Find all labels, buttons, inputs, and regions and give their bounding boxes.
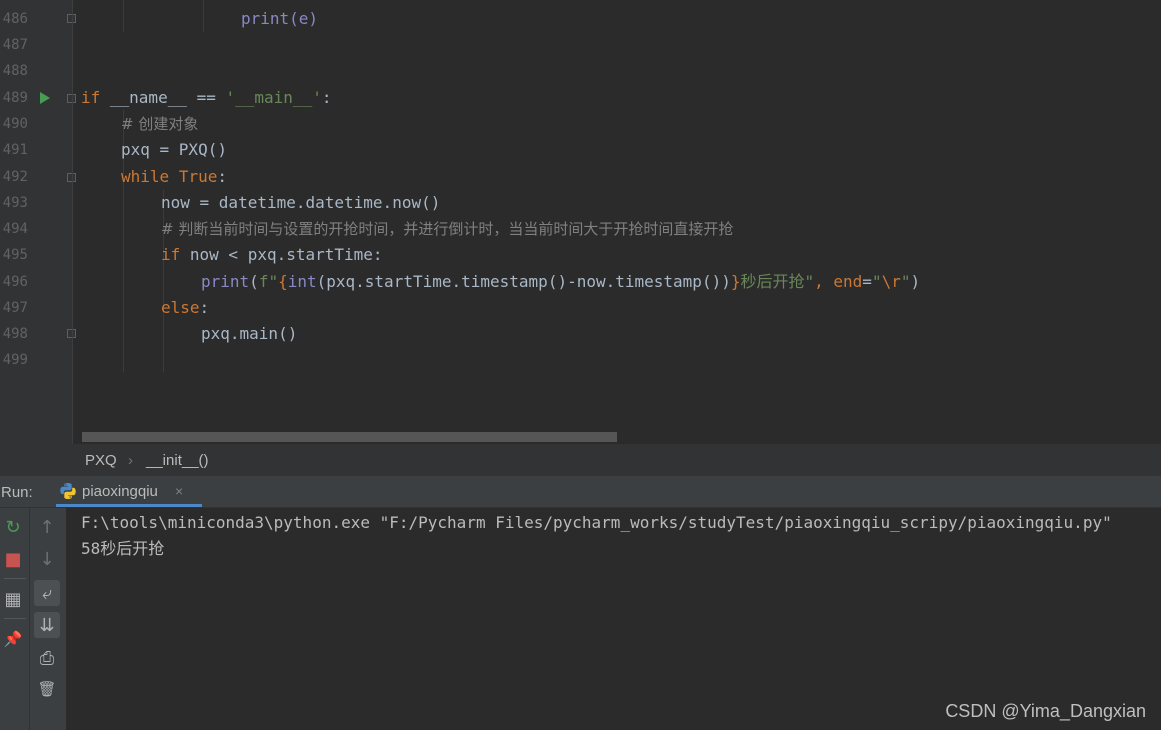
breadcrumb: PXQ › __init__() bbox=[0, 444, 1161, 476]
builtin-int: int bbox=[287, 272, 317, 291]
fstring-prefix: f" bbox=[258, 272, 279, 291]
keyword-true: True bbox=[178, 167, 218, 186]
breadcrumb-class[interactable]: PXQ bbox=[85, 452, 117, 469]
toolbar-divider bbox=[4, 618, 26, 619]
keyword-if: if bbox=[81, 88, 101, 107]
line-number: 497 bbox=[2, 300, 28, 316]
line-number: 496 bbox=[2, 274, 28, 290]
comment: # 判断当前时间与设置的开抢时间，并进行倒计时，当当前时间大于开抢时间直接开抢 bbox=[161, 220, 734, 238]
escape-sequence: \r bbox=[881, 272, 901, 291]
code-text: (pxq.startTime.timestamp()-now.timestamp… bbox=[316, 272, 731, 291]
keyword-while: while bbox=[121, 167, 170, 186]
code-text: ( bbox=[249, 272, 259, 291]
indent-guide bbox=[123, 0, 124, 32]
scroll-to-end-icon[interactable]: ⇊ bbox=[34, 612, 60, 638]
trash-icon[interactable]: 🗑 bbox=[34, 676, 60, 702]
code-line-494[interactable]: # 判断当前时间与设置的开抢时间，并进行倒计时，当当前时间大于开抢时间直接开抢 bbox=[161, 216, 733, 242]
code-text: : bbox=[321, 88, 332, 107]
fstring-brace: { bbox=[278, 272, 288, 291]
code-text: : bbox=[217, 167, 227, 186]
code-line-497[interactable]: else: bbox=[161, 295, 209, 321]
kwarg-end: end bbox=[833, 272, 863, 291]
code-text: now < pxq.startTime: bbox=[180, 245, 383, 264]
line-number: 493 bbox=[2, 195, 28, 211]
console-line-output: 58秒后开抢 bbox=[81, 539, 165, 558]
stop-icon[interactable]: ■ bbox=[0, 546, 26, 572]
close-icon[interactable]: × bbox=[175, 483, 183, 499]
line-number: 490 bbox=[2, 116, 28, 132]
code-line-489[interactable]: if __name__ == '__main__': bbox=[81, 85, 331, 111]
line-number: 495 bbox=[2, 247, 28, 263]
line-number: 498 bbox=[2, 326, 28, 342]
line-number: 494 bbox=[2, 221, 28, 237]
string-literal: '__main__' bbox=[225, 88, 322, 107]
code-line-492[interactable]: while True: bbox=[121, 164, 227, 190]
code-text: __name__ == bbox=[100, 88, 226, 107]
keyword-if: if bbox=[161, 245, 181, 264]
rerun-icon[interactable]: ↻ bbox=[0, 514, 26, 540]
line-number: 491 bbox=[2, 142, 28, 158]
arrow-up-icon[interactable]: ↑ bbox=[34, 514, 60, 540]
soft-wrap-icon[interactable]: ⤶ bbox=[34, 580, 60, 606]
code-editor[interactable]: 486 487 488 489 490 491 492 493 494 495 … bbox=[0, 0, 1161, 444]
builtin-print: print bbox=[201, 272, 250, 291]
keyword-else: else bbox=[161, 298, 200, 317]
line-number-gutter: 486 487 488 489 490 491 492 493 494 495 … bbox=[0, 0, 76, 444]
run-toolbar-left: ↻ ■ ▦ 📌 bbox=[0, 508, 30, 730]
run-gutter-icon[interactable] bbox=[40, 92, 50, 104]
code-text: ) bbox=[910, 272, 921, 291]
active-tab-indicator bbox=[56, 504, 202, 507]
run-label: Run: bbox=[1, 484, 33, 501]
horizontal-scrollbar-thumb[interactable] bbox=[82, 432, 617, 442]
builtin-print: print(e) bbox=[241, 9, 319, 28]
run-tab-piaoxingqiu[interactable]: piaoxingqiu × bbox=[56, 476, 202, 507]
comma: , bbox=[814, 272, 834, 291]
toolbar-divider bbox=[4, 578, 26, 579]
code-line-491[interactable]: pxq = PXQ() bbox=[121, 137, 227, 163]
fstring-text: 秒后开抢" bbox=[740, 272, 815, 291]
console-line-command: F:\tools\miniconda3\python.exe "F:/Pycha… bbox=[81, 513, 1112, 532]
print-icon[interactable]: ⎙ bbox=[34, 645, 60, 671]
code-line-496[interactable]: print(f"{int(pxq.startTime.timestamp()-n… bbox=[201, 269, 920, 295]
run-tab-label: piaoxingqiu bbox=[82, 483, 158, 500]
line-number: 488 bbox=[2, 63, 28, 79]
arrow-down-icon[interactable]: ↓ bbox=[34, 546, 60, 572]
gutter-divider bbox=[72, 0, 73, 444]
code-line-486[interactable]: print(e) bbox=[241, 6, 318, 32]
run-toolbar-right: ↑ ↓ ⤶ ⇊ ⎙ 🗑 bbox=[30, 508, 66, 730]
line-number: 492 bbox=[2, 169, 28, 185]
breadcrumb-method[interactable]: __init__() bbox=[146, 452, 209, 469]
watermark: CSDN @Yima_Dangxian bbox=[945, 701, 1146, 721]
comment: # 创建对象 bbox=[121, 115, 199, 133]
code-line-493[interactable]: now = datetime.datetime.now() bbox=[161, 190, 440, 216]
layout-icon[interactable]: ▦ bbox=[0, 586, 26, 612]
breadcrumb-separator: › bbox=[128, 452, 133, 469]
line-number: 489 bbox=[2, 90, 28, 106]
run-panel-header: Run: piaoxingqiu × bbox=[0, 476, 1161, 508]
code-line-490[interactable]: # 创建对象 bbox=[121, 111, 198, 137]
code-text: : bbox=[199, 298, 210, 317]
code-text: = bbox=[862, 272, 872, 291]
indent-guide bbox=[203, 0, 204, 32]
code-line-495[interactable]: if now < pxq.startTime: bbox=[161, 242, 383, 268]
python-icon bbox=[60, 483, 76, 499]
code-line-498[interactable]: pxq.main() bbox=[201, 321, 297, 347]
string-literal: " bbox=[871, 272, 882, 291]
pin-icon[interactable]: 📌 bbox=[0, 626, 26, 652]
line-number: 487 bbox=[2, 37, 28, 53]
line-number: 486 bbox=[2, 11, 28, 27]
console-output[interactable]: F:\tools\miniconda3\python.exe "F:/Pycha… bbox=[66, 508, 1161, 730]
line-number: 499 bbox=[2, 352, 28, 368]
